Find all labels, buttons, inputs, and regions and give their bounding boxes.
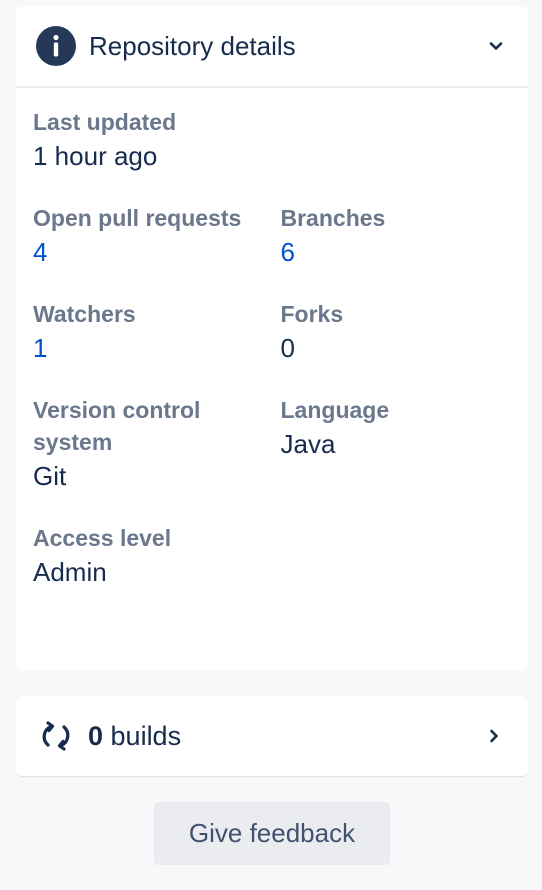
repository-details-header[interactable]: Repository details: [16, 6, 528, 88]
builds-count: 0: [88, 720, 104, 751]
watchers-field: Watchers 1: [33, 298, 281, 366]
builds-summary: 0 builds: [88, 721, 482, 752]
details-fields: Last updated 1 hour ago Open pull reques…: [16, 88, 528, 590]
builds-card[interactable]: 0 builds: [16, 696, 528, 776]
branches-label: Branches: [280, 205, 386, 231]
last-updated-label: Last updated: [33, 109, 177, 135]
language-label: Language: [280, 397, 390, 423]
repository-sidebar: Repository details Last updated 1 hour a…: [0, 0, 542, 890]
info-icon: [36, 26, 76, 66]
field-row: Access level Admin: [33, 522, 528, 590]
field-row: Open pull requests 4 Branches 6: [33, 202, 528, 270]
forks-field: Forks 0: [281, 298, 529, 366]
forks-label: Forks: [280, 301, 344, 327]
open-pull-requests-link[interactable]: 4: [33, 234, 281, 270]
last-updated-field: Last updated 1 hour ago: [33, 106, 289, 174]
access-level-label: Access level: [33, 525, 172, 551]
open-pull-requests-label: Open pull requests: [33, 205, 242, 231]
chevron-right-icon[interactable]: [482, 724, 506, 748]
builds-label: builds: [103, 720, 182, 751]
language-field: Language Java: [281, 394, 529, 494]
give-feedback-button[interactable]: Give feedback: [154, 802, 390, 865]
field-row: Last updated 1 hour ago: [33, 106, 528, 174]
chevron-down-icon[interactable]: [484, 34, 508, 58]
repository-details-card: Repository details Last updated 1 hour a…: [16, 6, 528, 671]
watchers-link[interactable]: 1: [33, 330, 281, 366]
open-pull-requests-field: Open pull requests 4: [33, 202, 281, 270]
vcs-field: Version control system Git: [33, 394, 281, 494]
last-updated-value: 1 hour ago: [33, 141, 158, 171]
vcs-value: Git: [33, 461, 67, 491]
branches-field: Branches 6: [281, 202, 529, 270]
repository-details-title: Repository details: [89, 30, 296, 61]
access-level-value: Admin: [33, 557, 107, 587]
watchers-label: Watchers: [33, 301, 136, 327]
field-row: Watchers 1 Forks 0: [33, 298, 528, 366]
vcs-label: Version control system: [33, 397, 201, 455]
branches-link[interactable]: 6: [281, 234, 529, 270]
access-level-field: Access level Admin: [33, 522, 289, 590]
language-value: Java: [280, 429, 336, 459]
field-row: Version control system Git Language Java: [33, 394, 528, 494]
forks-value: 0: [280, 333, 295, 363]
sync-icon: [38, 718, 74, 754]
